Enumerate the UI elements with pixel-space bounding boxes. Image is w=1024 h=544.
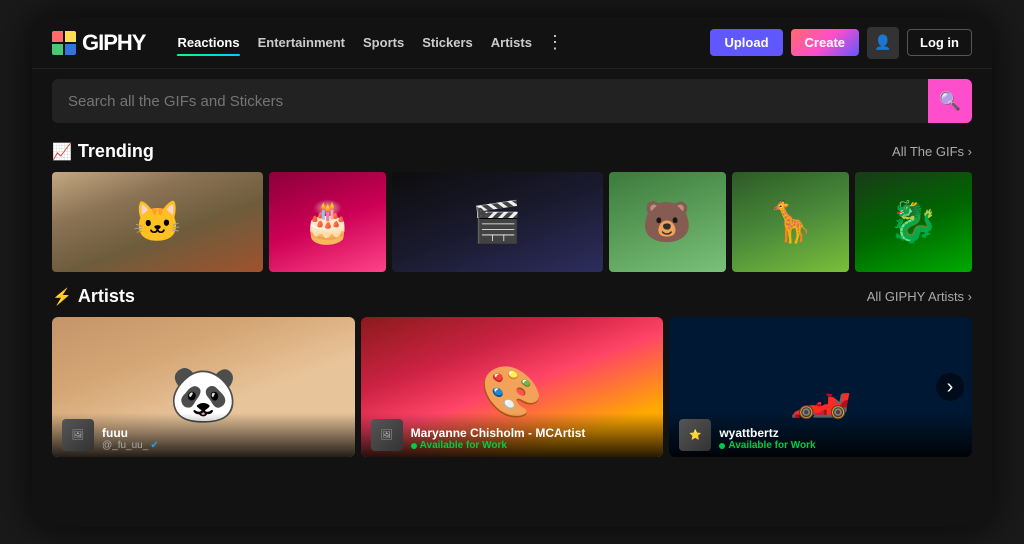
artist-maryanne-info: Maryanne Chisholm - MCАrtist Available f… <box>411 426 654 451</box>
artist-fuuu-name: fuuu <box>102 426 345 440</box>
trending-gif-bear[interactable] <box>609 172 726 272</box>
upload-button[interactable]: Upload <box>710 29 782 56</box>
logo-text: GIPHY <box>82 30 145 56</box>
artist-maryanne-name: Maryanne Chisholm - MCАrtist <box>411 426 654 440</box>
nav-bar: Reactions Entertainment Sports Stickers … <box>169 31 694 54</box>
artists-row: 🐼 🖼 fuuu @_fu_uu_ ✔ 🎨 <box>52 317 972 457</box>
main-content: 📈 Trending All The GIFs › ⚡ Artists All … <box>32 133 992 465</box>
login-button[interactable]: Log in <box>907 29 972 56</box>
artist-fuuu-overlay: 🖼 fuuu @_fu_uu_ ✔ <box>52 413 355 457</box>
trending-label: Trending <box>78 141 154 162</box>
trending-gifs-row <box>52 172 972 272</box>
artist-wyatt-name: wyattbertz <box>719 426 962 440</box>
nav-sports[interactable]: Sports <box>355 31 412 54</box>
nav-reactions[interactable]: Reactions <box>169 31 247 54</box>
artist-wyatt-avatar: ⭐ <box>679 419 711 451</box>
search-container: 🔍 <box>52 79 972 123</box>
trending-gif-person[interactable] <box>392 172 603 272</box>
trending-all-link[interactable]: All The GIFs › <box>892 144 972 159</box>
logo[interactable]: GIPHY <box>52 30 145 56</box>
artists-next-button[interactable]: › <box>936 373 964 401</box>
trending-gif-cake[interactable] <box>269 172 386 272</box>
logo-icon <box>52 31 76 55</box>
verified-icon: ✔ <box>150 440 158 451</box>
nav-entertainment[interactable]: Entertainment <box>250 31 353 54</box>
artists-title: ⚡ Artists <box>52 286 135 307</box>
search-button[interactable]: 🔍 <box>928 79 972 123</box>
artists-icon: ⚡ <box>52 287 72 307</box>
trending-title: 📈 Trending <box>52 141 154 162</box>
artists-section-header: ⚡ Artists All GIPHY Artists › <box>52 286 972 307</box>
trending-gif-giraffe[interactable] <box>732 172 849 272</box>
artist-maryanne-avatar: 🖼 <box>371 419 403 451</box>
user-icon-button[interactable]: 👤 <box>867 27 899 59</box>
available-dot <box>411 443 417 449</box>
artist-maryanne-overlay: 🖼 Maryanne Chisholm - MCАrtist Available… <box>361 413 664 457</box>
header-actions: Upload Create 👤 Log in <box>710 27 972 59</box>
artist-fuuu-avatar: 🖼 <box>62 419 94 451</box>
artist-wyatt-info: wyattbertz Available for Work <box>719 426 962 451</box>
app-window: GIPHY Reactions Entertainment Sports Sti… <box>32 17 992 527</box>
artist-fuuu-handle: @_fu_uu_ ✔ <box>102 440 345 451</box>
trending-section-header: 📈 Trending All The GIFs › <box>52 141 972 162</box>
artist-fuuu-info: fuuu @_fu_uu_ ✔ <box>102 426 345 451</box>
search-input[interactable] <box>52 83 928 120</box>
artist-item-wyatt[interactable]: 🏎️ ⭐ wyattbertz Available for Work › <box>669 317 972 457</box>
artist-maryanne-available: Available for Work <box>411 440 654 451</box>
header: GIPHY Reactions Entertainment Sports Sti… <box>32 17 992 69</box>
more-icon[interactable]: ⋮ <box>542 32 568 53</box>
artist-wyatt-available: Available for Work <box>719 440 962 451</box>
search-bar: 🔍 <box>32 69 992 133</box>
artist-item-maryanne[interactable]: 🎨 🖼 Maryanne Chisholm - MCАrtist Availab… <box>361 317 664 457</box>
create-button[interactable]: Create <box>791 29 859 56</box>
nav-artists[interactable]: Artists <box>483 31 540 54</box>
trending-gif-cat[interactable] <box>52 172 263 272</box>
artist-wyatt-overlay: ⭐ wyattbertz Available for Work <box>669 413 972 457</box>
artist-item-fuuu[interactable]: 🐼 🖼 fuuu @_fu_uu_ ✔ <box>52 317 355 457</box>
available-dot-wyatt <box>719 443 725 449</box>
artists-label: Artists <box>78 286 135 307</box>
trending-gif-dragon[interactable] <box>855 172 972 272</box>
artists-all-link[interactable]: All GIPHY Artists › <box>867 289 972 304</box>
nav-stickers[interactable]: Stickers <box>414 31 481 54</box>
trending-icon: 📈 <box>52 142 72 162</box>
